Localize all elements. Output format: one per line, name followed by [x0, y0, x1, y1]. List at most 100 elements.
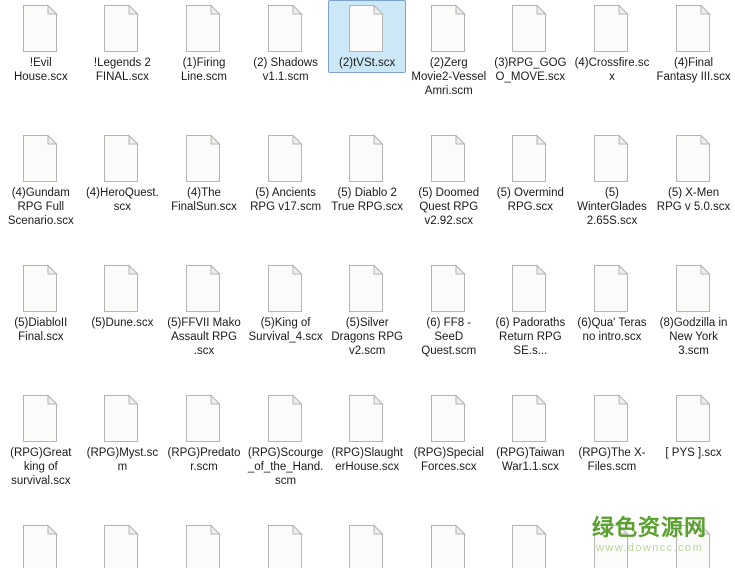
generic-file-icon — [184, 524, 224, 568]
file-item[interactable]: (2) Shadows v1.1.scm — [247, 0, 325, 87]
generic-file-icon — [21, 134, 61, 183]
generic-file-icon — [429, 524, 469, 568]
generic-file-icon — [102, 264, 142, 313]
file-item[interactable]: (RPG)SpecialForces.scx — [410, 390, 488, 477]
generic-file-icon — [429, 4, 469, 53]
file-item[interactable]: (5) WinterGlades 2.65S.scx — [573, 130, 651, 232]
file-item[interactable]: (RPG)TaiwanWar1.1.scx — [491, 390, 569, 477]
generic-file-icon — [592, 134, 632, 183]
file-name-label: (1)Firing Line.scm — [180, 57, 227, 84]
file-item[interactable]: (1)Firing Line.scm — [165, 0, 243, 87]
file-name-label: (2)tVSt.scx — [339, 57, 396, 69]
file-item[interactable]: (5) Overmind RPG.scx — [491, 130, 569, 217]
file-item[interactable]: (2)Zerg Movie2-Vessel Amri.scm — [410, 0, 488, 102]
generic-file-icon — [347, 264, 387, 313]
file-item[interactable]: [4]The Shining — [247, 520, 325, 568]
file-item[interactable]: (6)Qua' Teras no intro.scx — [573, 260, 651, 347]
file-item[interactable]: (8)Godzilla in New York 3.scm — [655, 260, 733, 362]
file-name-label: (5)King of Survival_4.scx — [248, 317, 323, 344]
file-item[interactable]: (6) FF8 - SeeD Quest.scm — [410, 260, 488, 362]
file-item[interactable]: (4)Crossfire.scx — [573, 0, 651, 87]
generic-file-icon — [592, 394, 632, 443]
file-name-label: (4)HeroQuest.scx — [85, 187, 159, 214]
file-item[interactable]: (2)tVSt.scx — [328, 0, 407, 74]
file-name-label: !Evil House.scx — [13, 57, 68, 84]
generic-file-icon — [510, 4, 550, 53]
file-item[interactable]: !Evil House.scx — [2, 0, 80, 87]
file-item[interactable]: [ PYS2 ].scx — [2, 520, 80, 568]
generic-file-icon — [510, 134, 550, 183]
file-item[interactable]: _ltèréd Star r ft(1) — [491, 520, 569, 568]
file-item[interactable]: [ PYS3 ].scx — [83, 520, 161, 568]
file-item[interactable]: (RPG)Scourge_of_the_Hand.scm — [247, 390, 325, 492]
file-item[interactable]: [ PYS4 ].scx — [165, 520, 243, 568]
file-item[interactable]: _CounterStrike .scm — [410, 520, 488, 568]
file-item[interactable]: (5)FFVII Mako Assault RPG .scx — [165, 260, 243, 362]
file-item[interactable]: (5) X-Men RPG v 5.0.scx — [655, 130, 733, 217]
file-name-label: (5) Overmind RPG.scx — [496, 187, 564, 214]
file-name-label: (5)Silver Dragons RPG v2.scm — [331, 317, 403, 358]
file-name-label: (RPG)Predator.scm — [167, 447, 241, 474]
file-item[interactable]: (5) Diablo 2 True RPG.scx — [328, 130, 406, 217]
generic-file-icon — [21, 394, 61, 443]
file-name-label: (4)Final Fantasy III.scx — [656, 57, 731, 84]
file-item[interactable]: (4)Final Fantasy III.scx — [655, 0, 733, 87]
file-item[interactable]: (RPG)Myst.scm — [83, 390, 161, 477]
generic-file-icon — [674, 394, 714, 443]
file-item[interactable]: (RPG)Predator.scm — [165, 390, 243, 477]
generic-file-icon — [266, 4, 306, 53]
file-item[interactable]: (5) Ancients RPG v17.scm — [247, 130, 325, 217]
file-name-label: (5) Diablo 2 True RPG.scx — [331, 187, 404, 214]
file-name-label: (5)DiabloII Final.scx — [14, 317, 68, 344]
file-item[interactable]: [4]The Shining — [328, 520, 406, 568]
file-name-label: (5) Doomed Quest RPG v2.92.scx — [418, 187, 480, 228]
generic-file-icon — [266, 394, 306, 443]
generic-file-icon — [21, 264, 61, 313]
file-item[interactable]: [ PYS ].scx — [655, 390, 733, 463]
file-item[interactable]: (6) Padoraths Return RPG SE.s... — [491, 260, 569, 362]
file-name-label: (3)RPG_GOGO_MOVE.scx — [494, 57, 567, 84]
generic-file-icon — [102, 524, 142, 568]
file-name-label: !Legends 2 FINAL.scx — [93, 57, 151, 84]
file-item[interactable]: !Legends 2 FINAL.scx — [83, 0, 161, 87]
file-item[interactable]: (RPG)The X-Files.scm — [573, 390, 651, 477]
generic-file-icon — [592, 4, 632, 53]
generic-file-icon — [102, 134, 142, 183]
file-name-label: (6) Padoraths Return RPG SE.s... — [495, 317, 566, 358]
file-name-label: (6)Qua' Teras no intro.scx — [577, 317, 647, 344]
generic-file-icon — [184, 264, 224, 313]
generic-file-icon — [347, 134, 387, 183]
file-item[interactable]: (5) Doomed Quest RPG v2.92.scx — [410, 130, 488, 232]
file-item[interactable]: (RPG)Great king of survival.scx — [2, 390, 80, 492]
file-item[interactable]: (4)HeroQuest.scx — [83, 130, 161, 217]
generic-file-icon — [674, 134, 714, 183]
generic-file-icon — [347, 524, 387, 568]
file-item[interactable]: (4)Gundam RPG Full Scenario.scx — [2, 130, 80, 232]
generic-file-icon — [510, 524, 550, 568]
generic-file-icon — [510, 394, 550, 443]
file-item[interactable]: (5)DiabloII Final.scx — [2, 260, 80, 347]
file-item[interactable]: Cave Of Death — [573, 520, 651, 568]
file-name-label: (5) X-Men RPG v 5.0.scx — [656, 187, 731, 214]
generic-file-icon — [592, 264, 632, 313]
generic-file-icon — [21, 524, 61, 568]
file-item[interactable]: (4)The FinalSun.scx — [165, 130, 243, 217]
file-name-label: (5) WinterGlades 2.65S.scx — [577, 187, 647, 228]
file-item[interactable]: chen4v4_E.scx — [655, 520, 733, 568]
file-item[interactable]: (3)RPG_GOGO_MOVE.scx — [491, 0, 569, 87]
file-name-label: (4)Gundam RPG Full Scenario.scx — [7, 187, 74, 228]
file-item[interactable]: (5)Silver Dragons RPG v2.scm — [328, 260, 406, 362]
file-name-label: (5)FFVII Mako Assault RPG .scx — [167, 317, 241, 358]
file-name-label: [ PYS ].scx — [665, 447, 722, 459]
file-item[interactable]: (5)King of Survival_4.scx — [247, 260, 325, 347]
file-name-label: (2)Zerg Movie2-Vessel Amri.scm — [411, 57, 487, 98]
generic-file-icon — [184, 394, 224, 443]
file-item[interactable]: (RPG)SlaughterHouse.scx — [328, 390, 406, 477]
generic-file-icon — [429, 264, 469, 313]
generic-file-icon — [674, 524, 714, 568]
file-item[interactable]: (5)Dune.scx — [83, 260, 161, 333]
generic-file-icon — [184, 4, 224, 53]
generic-file-icon — [429, 134, 469, 183]
generic-file-icon — [102, 394, 142, 443]
file-name-label: (RPG)Myst.scm — [86, 447, 159, 474]
